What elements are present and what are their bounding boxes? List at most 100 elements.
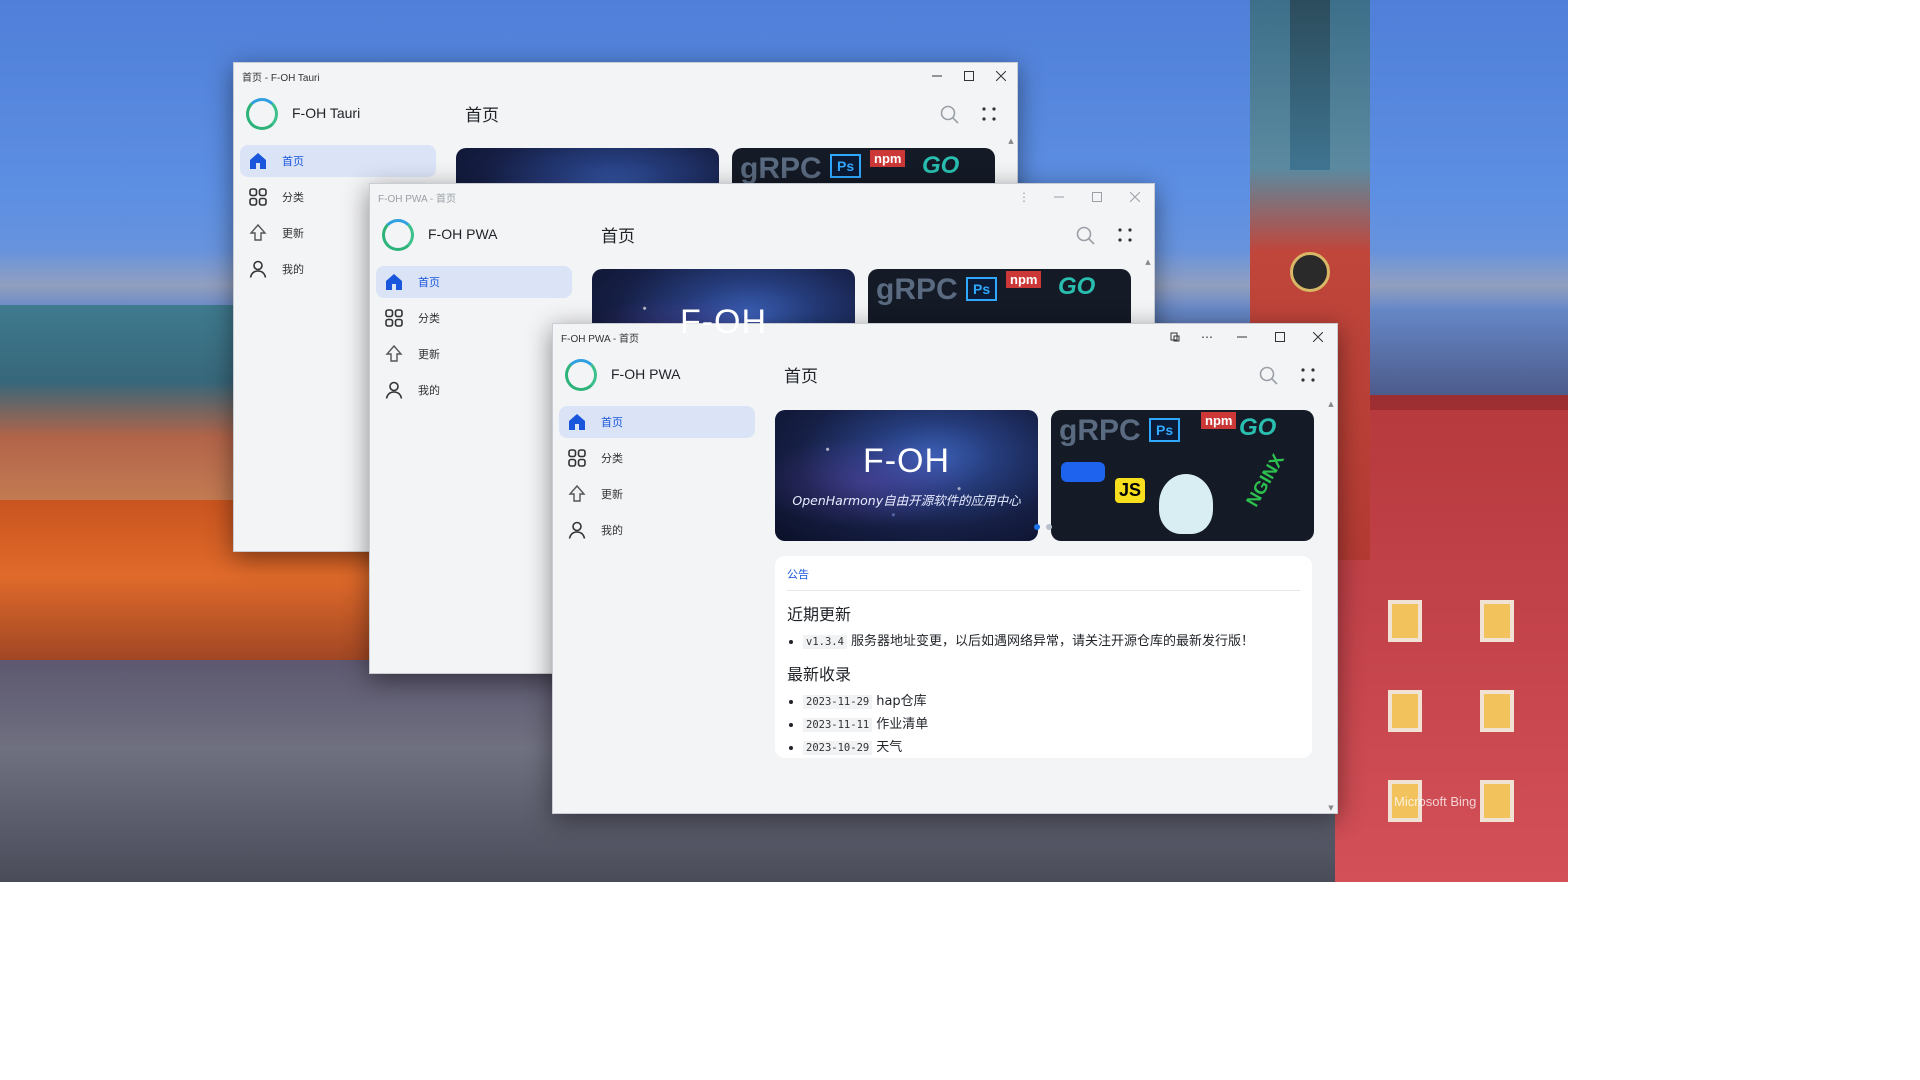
- wallpaper-window: [1388, 690, 1422, 732]
- window-pwa-front[interactable]: F-OH PWA - 首页 ⋯ F-OH PWA 首页 首页 分类 更新 我的: [552, 323, 1338, 814]
- search-icon[interactable]: [1257, 364, 1279, 386]
- version-code: v1.3.4: [803, 635, 847, 649]
- tech-tag-ps: Ps: [966, 277, 998, 301]
- sidebar-item-label: 更新: [418, 348, 440, 361]
- sidebar-item-mine[interactable]: 我的: [376, 374, 572, 406]
- banner-title: F-OH: [679, 303, 768, 341]
- user-icon: [248, 259, 268, 279]
- scroll-up-icon[interactable]: ▲: [1144, 258, 1152, 266]
- more-grid-icon[interactable]: [1114, 224, 1136, 246]
- app-logo-icon: [382, 219, 414, 251]
- home-icon: [384, 272, 404, 292]
- wallpaper-tower-spire: [1290, 0, 1330, 170]
- latest-added-list: 2023-11-29hap仓库 2023-11-11作业清单 2023-10-2…: [787, 693, 1300, 757]
- wallpaper-window: [1388, 600, 1422, 642]
- app-options-icon[interactable]: [1159, 324, 1191, 350]
- date-code: 2023-11-11: [803, 718, 873, 732]
- carousel-dot[interactable]: [1034, 524, 1040, 530]
- sidebar-item-update[interactable]: 更新: [376, 338, 572, 370]
- more-grid-icon[interactable]: [1297, 364, 1319, 386]
- sidebar-item-category[interactable]: 分类: [376, 302, 572, 334]
- banner-f-oh[interactable]: F-OH OpenHarmony自由开源软件的应用中心: [775, 410, 1038, 541]
- tech-tag-go: GO: [1239, 414, 1277, 441]
- user-icon: [567, 520, 587, 540]
- list-item-text[interactable]: 作业清单: [876, 717, 928, 732]
- search-icon[interactable]: [938, 103, 960, 125]
- sidebar-item-label: 分类: [601, 452, 623, 465]
- maximize-button[interactable]: [1078, 184, 1116, 210]
- date-code: 2023-10-29: [803, 741, 873, 755]
- close-button[interactable]: [985, 63, 1017, 89]
- minimize-button[interactable]: [1040, 184, 1078, 210]
- banner-subtitle: OpenHarmony自由开源软件的应用中心: [792, 493, 1021, 508]
- sidebar-item-home[interactable]: 首页: [559, 406, 755, 438]
- app-logo-icon: [565, 359, 597, 391]
- tech-tag-nginx: NGINX: [1242, 450, 1288, 510]
- scroll-down-icon[interactable]: ▼: [1327, 804, 1335, 812]
- sidebar-item-label: 首页: [418, 276, 440, 289]
- close-button[interactable]: [1299, 324, 1337, 350]
- sidebar-item-update[interactable]: 更新: [559, 478, 755, 510]
- minimize-button[interactable]: [1223, 324, 1261, 350]
- maximize-button[interactable]: [1261, 324, 1299, 350]
- tech-tag-npm: npm: [1006, 271, 1042, 288]
- app-header: F-OH PWA 首页: [553, 350, 1337, 400]
- sidebar-item-label: 首页: [282, 155, 304, 168]
- sidebar-item-label: 我的: [418, 384, 440, 397]
- scroll-up-icon[interactable]: ▲: [1327, 400, 1335, 408]
- sidebar-item-category[interactable]: 分类: [559, 442, 755, 474]
- maximize-button[interactable]: [953, 63, 985, 89]
- tech-tag-grpc: gRPC: [1059, 414, 1141, 447]
- list-item-text[interactable]: 天气: [876, 740, 902, 755]
- carousel-indicator[interactable]: [1034, 524, 1052, 530]
- upload-arrow-icon: [248, 223, 268, 243]
- more-options-icon[interactable]: ⋮: [1008, 184, 1040, 210]
- sidebar-item-home[interactable]: 首页: [376, 266, 572, 298]
- app-header: F-OH PWA 首页: [370, 210, 1154, 260]
- tech-tag-npm: npm: [1201, 412, 1237, 429]
- home-icon: [567, 412, 587, 432]
- scroll-up-icon[interactable]: ▲: [1007, 137, 1015, 145]
- app-header: F-OH Tauri 首页: [234, 89, 1017, 139]
- sidebar-item-mine[interactable]: 我的: [559, 514, 755, 546]
- carousel-dot[interactable]: [1046, 524, 1052, 530]
- titlebar[interactable]: F-OH PWA - 首页 ⋮: [370, 184, 1154, 210]
- titlebar[interactable]: 首页 - F-OH Tauri: [234, 63, 1017, 89]
- list-item: 2023-10-29天气: [803, 739, 1300, 757]
- tech-tag-go: GO: [922, 152, 960, 179]
- list-item-text[interactable]: hap仓库: [876, 694, 926, 709]
- wallpaper-window: [1480, 690, 1514, 732]
- grid-icon: [384, 308, 404, 328]
- recent-updates-list: v1.3.4服务器地址变更，以后如遇网络异常，请关注开源仓库的最新发行版！: [787, 633, 1300, 651]
- wallpaper-tower-clock: [1290, 252, 1330, 292]
- tech-tag-grpc: gRPC: [740, 152, 822, 185]
- banner-tech-stack[interactable]: gRPC Ps npm GO JS NGINX: [1051, 410, 1314, 541]
- tech-tag-npm: npm: [870, 150, 906, 167]
- sidebar-item-label: 更新: [601, 488, 623, 501]
- grid-icon: [248, 187, 268, 207]
- announcement-card: 公告 近期更新 v1.3.4服务器地址变更，以后如遇网络异常，请关注开源仓库的最…: [775, 556, 1312, 758]
- wallpaper-window: [1480, 780, 1514, 822]
- app-name: F-OH PWA: [611, 366, 681, 382]
- page-title: 首页: [601, 227, 635, 247]
- more-options-icon[interactable]: ⋯: [1191, 324, 1223, 350]
- sidebar-item-label: 分类: [282, 191, 304, 204]
- sidebar: 首页 分类 更新 我的: [376, 266, 572, 410]
- sidebar-item-label: 分类: [418, 312, 440, 325]
- upload-arrow-icon: [384, 344, 404, 364]
- scrollbar[interactable]: ▲ ▼: [1327, 400, 1335, 812]
- more-grid-icon[interactable]: [978, 103, 1000, 125]
- search-icon[interactable]: [1074, 224, 1096, 246]
- close-button[interactable]: [1116, 184, 1154, 210]
- tech-tag-js: JS: [1115, 478, 1146, 503]
- minimize-button[interactable]: [921, 63, 953, 89]
- sidebar-item-home[interactable]: 首页: [240, 145, 436, 177]
- sidebar-item-label: 首页: [601, 416, 623, 429]
- banner-carousel[interactable]: F-OH OpenHarmony自由开源软件的应用中心 gRPC Ps npm …: [775, 410, 1314, 541]
- docker-icon: [1061, 462, 1105, 482]
- wallpaper-window: [1480, 600, 1514, 642]
- tech-tag-go: GO: [1058, 273, 1096, 300]
- banner-title: F-OH: [862, 442, 951, 480]
- list-item: 2023-11-29hap仓库: [803, 693, 1300, 711]
- list-item: v1.3.4服务器地址变更，以后如遇网络异常，请关注开源仓库的最新发行版！: [803, 633, 1300, 651]
